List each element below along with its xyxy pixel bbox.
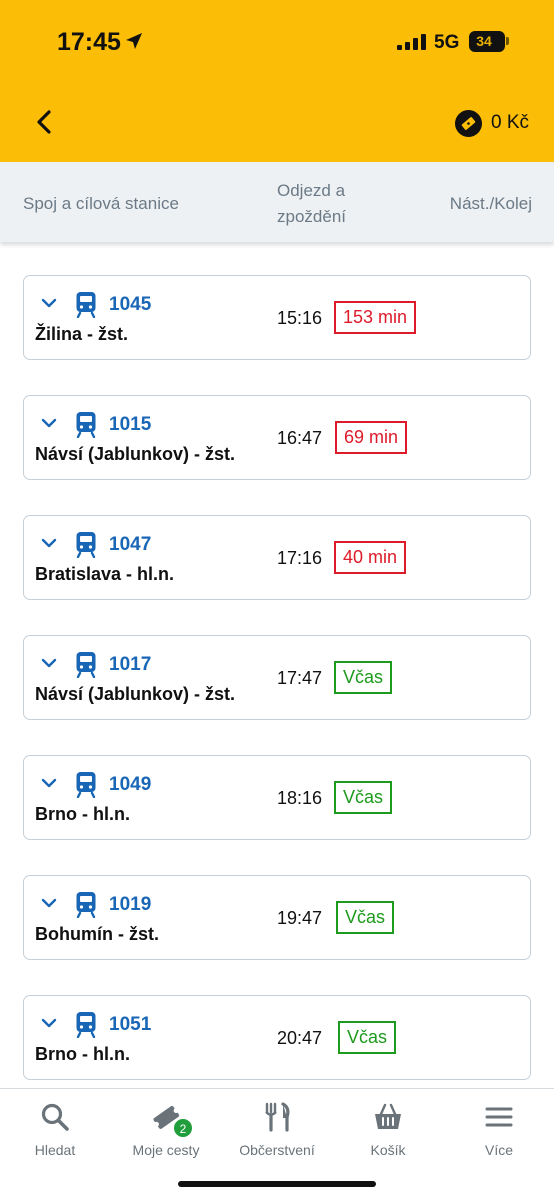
battery-icon: 34 (469, 31, 505, 52)
tab-more[interactable]: Více (444, 1101, 554, 1165)
wallet-amount: 0 Kč (491, 112, 530, 133)
tab-basket[interactable]: Košík (333, 1101, 443, 1165)
search-icon (41, 1103, 69, 1131)
back-button[interactable] (28, 104, 60, 140)
chevron-down-icon[interactable] (40, 774, 58, 792)
chevron-down-icon[interactable] (40, 414, 58, 432)
train-number: 1017 (109, 654, 152, 675)
departure-time: 16:47 (277, 428, 323, 448)
menu-icon (485, 1107, 513, 1127)
train-number: 1045 (109, 294, 152, 315)
battery-cap (506, 37, 509, 45)
train-card[interactable]: 1015 Návsí (Jablunkov) - žst. 16:47 69 m… (23, 395, 531, 480)
fork-knife-icon (265, 1102, 290, 1132)
train-card[interactable]: 1049 Brno - hl.n. 18:16 Včas (23, 755, 531, 840)
chevron-down-icon[interactable] (40, 894, 58, 912)
tab-label: Moje cesty (132, 1142, 200, 1158)
tab-label: Košík (370, 1142, 406, 1158)
train-number: 1019 (109, 894, 152, 915)
tab-search[interactable]: Hledat (0, 1101, 110, 1165)
train-card[interactable]: 1047 Bratislava - hl.n. 17:16 40 min (23, 515, 531, 600)
chevron-down-icon[interactable] (40, 1014, 58, 1032)
delay-badge: 69 min (335, 421, 408, 454)
battery-level: 34 (476, 33, 492, 49)
train-number: 1015 (109, 414, 152, 435)
home-indicator (178, 1181, 376, 1187)
train-list[interactable]: 1045 Žilina - žst. 15:16 153 min 1015 Ná… (0, 242, 554, 1088)
destination: Brno - hl.n. (35, 804, 130, 824)
delay-badge: Včas (336, 901, 395, 934)
location-arrow-icon (126, 33, 142, 49)
column-connection: Spoj a cílová stanice (23, 194, 179, 213)
train-icon (76, 892, 96, 918)
delay-badge: 153 min (334, 301, 417, 334)
tab-my-trips[interactable]: 2 Moje cesty (111, 1101, 221, 1165)
basket-icon (375, 1103, 401, 1129)
column-departure: Odjezd a zpoždění (277, 181, 346, 226)
chevron-down-icon[interactable] (40, 654, 58, 672)
departure-time: 17:16 (277, 548, 323, 568)
signal-icon (397, 34, 426, 50)
train-card[interactable]: 1017 Návsí (Jablunkov) - žst. 17:47 Včas (23, 635, 531, 720)
departure-time: 19:47 (277, 908, 323, 928)
train-icon (76, 772, 96, 798)
train-card[interactable]: 1045 Žilina - žst. 15:16 153 min (23, 275, 531, 360)
tab-label: Více (484, 1142, 513, 1158)
train-icon (76, 652, 96, 678)
chevron-down-icon[interactable] (40, 294, 58, 312)
destination: Návsí (Jablunkov) - žst. (35, 444, 236, 464)
chevron-left-icon (37, 110, 51, 134)
ticket-icon (455, 109, 482, 137)
tab-label: Hledat (34, 1142, 76, 1158)
destination: Bratislava - hl.n. (35, 564, 175, 584)
departure-time: 18:16 (277, 788, 323, 808)
top-bar: 17:45 5G 34 0 Kč (0, 0, 554, 162)
destination: Bohumín - žst. (35, 924, 159, 944)
train-icon (76, 292, 96, 318)
delay-badge: 40 min (334, 541, 407, 574)
delay-badge: Včas (334, 781, 393, 814)
train-icon (76, 1012, 96, 1038)
tab-label: Občerstvení (239, 1142, 315, 1158)
destination: Žilina - žst. (35, 324, 129, 344)
departure-time: 20:47 (277, 1028, 323, 1048)
wallet-button[interactable]: 0 Kč (455, 108, 529, 138)
train-number: 1051 (109, 1014, 152, 1035)
network-type: 5G (434, 32, 460, 53)
delay-badge: Včas (338, 1021, 397, 1054)
destination: Brno - hl.n. (35, 1044, 130, 1064)
column-header: Spoj a cílová stanice Odjezd a zpoždění … (0, 162, 554, 242)
train-number: 1049 (109, 774, 152, 795)
delay-badge: Včas (334, 661, 393, 694)
chevron-down-icon[interactable] (40, 534, 58, 552)
destination: Návsí (Jablunkov) - žst. (35, 684, 236, 704)
tab-refreshments[interactable]: Občerstvení (222, 1101, 332, 1165)
train-icon (76, 412, 96, 438)
departure-time: 15:16 (277, 308, 323, 328)
train-card[interactable]: 1019 Bohumín - žst. 19:47 Včas (23, 875, 531, 960)
trips-count-badge: 2 (173, 1118, 193, 1138)
train-card[interactable]: 1051 Brno - hl.n. 20:47 Včas (23, 995, 531, 1080)
departure-time: 17:47 (277, 668, 323, 688)
train-icon (76, 532, 96, 558)
column-platform: Nást./Kolej (449, 194, 532, 213)
status-time: 17:45 (57, 28, 121, 56)
train-number: 1047 (109, 534, 152, 555)
